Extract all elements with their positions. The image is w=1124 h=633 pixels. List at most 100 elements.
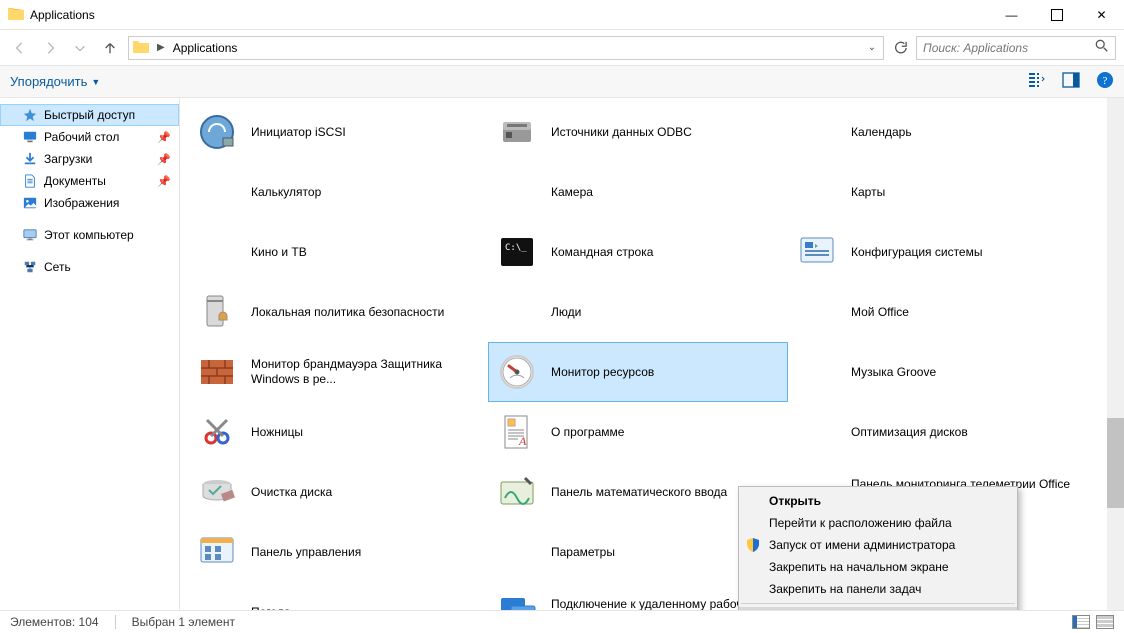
app-item[interactable]: Карты <box>788 162 1088 222</box>
address-dropdown-icon[interactable]: ⌄ <box>865 42 879 53</box>
navigation-bar: ▶ Applications ⌄ Поиск: Applications <box>0 30 1124 66</box>
sidebar-item-this-pc[interactable]: Этот компьютер <box>0 224 179 246</box>
context-item-create-shortcut[interactable]: Создать ярлык <box>739 607 1017 610</box>
status-selection: Выбран 1 элемент <box>132 615 235 629</box>
svg-text:?: ? <box>1103 75 1108 87</box>
app-label: Панель управления <box>251 545 361 560</box>
sidebar-item-label: Быстрый доступ <box>44 108 135 122</box>
forward-button[interactable] <box>38 36 62 60</box>
app-item[interactable]: Погода <box>188 582 488 610</box>
app-item[interactable]: Панель управления <box>188 522 488 582</box>
address-bar[interactable]: ▶ Applications ⌄ <box>128 36 884 60</box>
app-item[interactable]: Календарь <box>788 102 1088 162</box>
app-item[interactable]: Очистка диска <box>188 462 488 522</box>
app-label: Погода <box>251 605 291 611</box>
app-label: Конфигурация системы <box>851 245 982 260</box>
window-titlebar: Applications <box>0 0 1124 30</box>
app-item[interactable]: Музыка Groove <box>788 342 1088 402</box>
breadcrumb-separator-icon: ▶ <box>157 42 165 53</box>
window-title: Applications <box>30 8 95 22</box>
sidebar-item-label: Этот компьютер <box>44 228 134 242</box>
desktop-icon <box>22 129 38 145</box>
app-icon <box>195 350 239 394</box>
scrollbar-thumb[interactable] <box>1107 418 1124 508</box>
sidebar-item-documents[interactable]: Документы 📌 <box>0 170 179 192</box>
app-label: Календарь <box>851 125 912 140</box>
app-icon <box>495 410 539 454</box>
app-label: Панель математического ввода <box>551 485 727 500</box>
app-icon <box>195 290 239 334</box>
details-view-button[interactable] <box>1072 615 1090 629</box>
maximize-button[interactable] <box>1034 0 1079 30</box>
app-icon <box>495 350 539 394</box>
sidebar-item-label: Изображения <box>44 196 119 210</box>
network-icon <box>22 259 38 275</box>
app-icon <box>495 110 539 154</box>
close-button[interactable] <box>1079 0 1124 30</box>
app-icon <box>795 410 839 454</box>
pin-icon: 📌 <box>157 131 171 144</box>
app-item[interactable]: Камера <box>488 162 788 222</box>
icons-view-button[interactable] <box>1096 615 1114 629</box>
app-label: Инициатор iSCSI <box>251 125 346 140</box>
app-item[interactable]: Инициатор iSCSI <box>188 102 488 162</box>
app-item[interactable]: Оптимизация дисков <box>788 402 1088 462</box>
app-label: Карты <box>851 185 885 200</box>
status-separator <box>115 615 116 629</box>
search-box[interactable]: Поиск: Applications <box>916 36 1116 60</box>
app-item[interactable]: Люди <box>488 282 788 342</box>
context-item-run-admin[interactable]: Запуск от имени администратора <box>739 534 1017 556</box>
context-item-pin-start[interactable]: Закрепить на начальном экране <box>739 556 1017 578</box>
app-icon <box>495 530 539 574</box>
help-button[interactable]: ? <box>1096 71 1114 92</box>
vertical-scrollbar[interactable] <box>1107 98 1124 610</box>
context-item-pin-taskbar[interactable]: Закрепить на панели задач <box>739 578 1017 600</box>
app-item[interactable]: Монитор ресурсов <box>488 342 788 402</box>
sidebar-item-pictures[interactable]: Изображения <box>0 192 179 214</box>
pin-icon: 📌 <box>157 153 171 166</box>
minimize-button[interactable] <box>989 0 1034 30</box>
app-item[interactable]: Источники данных ODBC <box>488 102 788 162</box>
app-icon <box>195 590 239 610</box>
app-item[interactable]: Калькулятор <box>188 162 488 222</box>
preview-pane-button[interactable] <box>1062 71 1080 92</box>
context-menu: Открыть Перейти к расположению файла Зап… <box>738 486 1018 610</box>
app-icon <box>195 530 239 574</box>
status-item-count: Элементов: 104 <box>10 615 99 629</box>
app-item[interactable]: Монитор брандмауэра Защитника Windows в … <box>188 342 488 402</box>
app-label: Камера <box>551 185 593 200</box>
app-item[interactable]: Кино и ТВ <box>188 222 488 282</box>
search-icon <box>1095 39 1109 56</box>
downloads-icon <box>22 151 38 167</box>
app-icon <box>495 230 539 274</box>
sidebar-item-downloads[interactable]: Загрузки 📌 <box>0 148 179 170</box>
app-item[interactable]: О программе <box>488 402 788 462</box>
app-label: Калькулятор <box>251 185 321 200</box>
up-button[interactable] <box>98 36 122 60</box>
pictures-icon <box>22 195 38 211</box>
breadcrumb[interactable]: Applications <box>173 41 238 55</box>
view-options-button[interactable] <box>1028 71 1046 92</box>
folder-icon <box>8 6 24 23</box>
context-item-open[interactable]: Открыть <box>739 490 1017 512</box>
app-item[interactable]: Командная строка <box>488 222 788 282</box>
context-item-open-location[interactable]: Перейти к расположению файла <box>739 512 1017 534</box>
recent-locations-button[interactable] <box>68 36 92 60</box>
sidebar-item-quick-access[interactable]: Быстрый доступ <box>0 104 179 126</box>
refresh-button[interactable] <box>890 36 910 60</box>
app-label: Музыка Groove <box>851 365 936 380</box>
app-label: Монитор ресурсов <box>551 365 654 380</box>
app-label: О программе <box>551 425 624 440</box>
content-view: Инициатор iSCSI Источники данных ODBC Кале… <box>180 98 1124 610</box>
app-item[interactable]: Конфигурация системы <box>788 222 1088 282</box>
sidebar-item-desktop[interactable]: Рабочий стол 📌 <box>0 126 179 148</box>
back-button[interactable] <box>8 36 32 60</box>
app-item[interactable]: Ножницы <box>188 402 488 462</box>
app-label: Монитор брандмауэра Защитника Windows в … <box>251 357 471 387</box>
app-icon <box>795 170 839 214</box>
app-item[interactable]: Мой Office <box>788 282 1088 342</box>
organize-button[interactable]: Упорядочить ▼ <box>10 74 100 89</box>
app-item[interactable]: Локальная политика безопасности <box>188 282 488 342</box>
app-label: Люди <box>551 305 581 320</box>
sidebar-item-network[interactable]: Сеть <box>0 256 179 278</box>
